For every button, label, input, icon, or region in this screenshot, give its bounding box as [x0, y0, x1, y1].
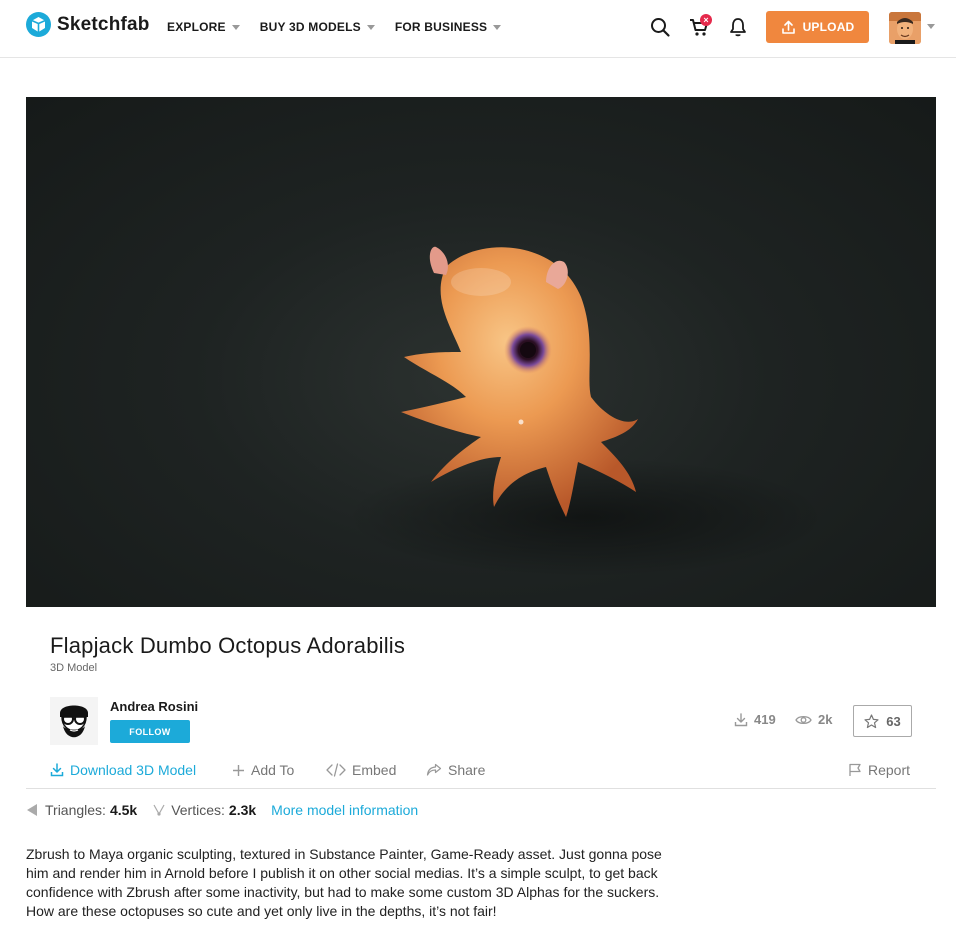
bell-icon[interactable] [727, 16, 749, 38]
chevron-down-icon [231, 24, 240, 30]
vertices-value: 2.3k [228, 802, 257, 818]
like-button[interactable]: 63 [853, 705, 912, 737]
flag-icon [849, 763, 861, 776]
account-menu-chevron-icon[interactable] [927, 24, 935, 29]
download-icon [734, 712, 748, 726]
download-label: Download 3D Model [70, 762, 197, 778]
share-label: Share [448, 762, 486, 778]
report-button[interactable]: Report [848, 762, 910, 778]
upload-button[interactable]: UPLOAD [766, 11, 869, 43]
nav-business-label: FOR BUSINESS [394, 20, 488, 34]
nav-explore[interactable]: EXPLORE [167, 20, 240, 34]
add-to-label: Add To [251, 762, 295, 778]
top-navbar: Sketchfab EXPLORE BUY 3D MODELS FOR BUSI… [0, 0, 956, 58]
main-nav: EXPLORE BUY 3D MODELS FOR BUSINESS [167, 0, 502, 54]
author-name[interactable]: Andrea Rosini [110, 699, 198, 714]
model-type-label: 3D Model [50, 662, 98, 674]
model-title: Flapjack Dumbo Octopus Adorabilis [50, 633, 406, 658]
downloads-count: 419 [754, 712, 776, 727]
model-actions-bar: Download 3D Model Add To Embed Share Rep… [26, 757, 936, 789]
views-count: 2k [818, 712, 833, 727]
upload-icon [781, 20, 795, 34]
brand-name: Sketchfab [57, 13, 150, 35]
nav-buy-label: BUY 3D MODELS [259, 20, 361, 34]
share-icon [426, 763, 442, 776]
author-avatar-image [50, 697, 98, 745]
views-stat: 2k [795, 712, 832, 727]
author-avatar[interactable] [50, 697, 98, 745]
sketchfab-logo[interactable]: Sketchfab [26, 12, 150, 37]
sketchfab-logo-icon [26, 12, 51, 37]
follow-button[interactable]: FOLLOW [110, 720, 190, 743]
more-model-information-link[interactable]: More model information [271, 802, 418, 818]
nav-explore-label: EXPLORE [167, 20, 226, 34]
triangles-value: 4.5k [109, 802, 138, 818]
embed-label: Embed [352, 762, 397, 778]
star-icon [864, 713, 879, 728]
cart-badge: × [700, 14, 712, 26]
nav-buy-3d-models[interactable]: BUY 3D MODELS [260, 20, 375, 34]
upload-label: UPLOAD [802, 20, 855, 34]
code-icon [326, 763, 346, 777]
chevron-down-icon [366, 24, 375, 30]
download-3d-model-button[interactable]: Download 3D Model [50, 762, 196, 778]
triangles-label: Triangles: [45, 802, 106, 818]
downloads-stat: 419 [734, 712, 776, 727]
embed-button[interactable]: Embed [326, 762, 396, 778]
share-button[interactable]: Share [426, 762, 485, 778]
report-label: Report [868, 762, 911, 778]
plus-icon [233, 764, 244, 776]
model-description: Zbrush to Maya organic sculpting, textur… [26, 846, 662, 919]
chevron-down-icon [493, 24, 502, 30]
search-icon[interactable] [649, 16, 671, 38]
vertices-label: Vertices: [171, 802, 225, 818]
user-avatar[interactable] [889, 12, 921, 44]
triangle-icon [27, 804, 37, 816]
download-icon [50, 763, 64, 777]
nav-for-business[interactable]: FOR BUSINESS [394, 20, 502, 34]
user-avatar-image [889, 12, 921, 44]
eye-icon [795, 715, 812, 724]
likes-count: 63 [886, 713, 901, 729]
model-viewer[interactable] [26, 97, 936, 607]
octopus-model-render [346, 246, 826, 577]
add-to-button[interactable]: Add To [232, 762, 294, 778]
vertex-icon [153, 804, 165, 816]
model-stats-row: Triangles: 4.5k Vertices: 2.3k More mode… [26, 802, 418, 818]
